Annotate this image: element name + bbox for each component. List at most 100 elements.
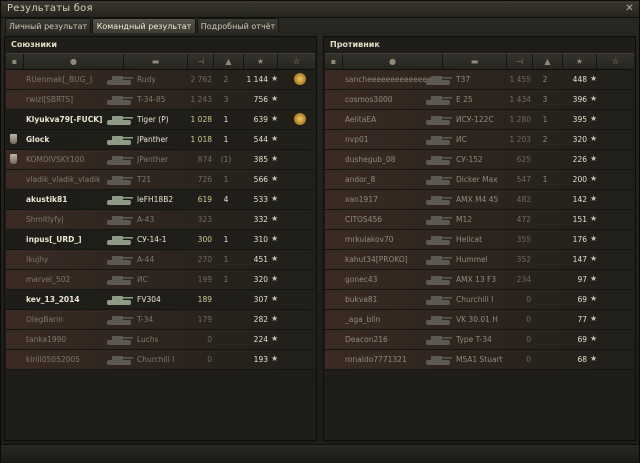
table-row[interactable]: bukva81 Churchill I 0 69 ★ [325,290,634,310]
table-row[interactable]: kev_13_2014 FV304 189 307 ★ [6,290,315,310]
vehicle-name: A-44 [137,255,155,264]
xp-column-icon[interactable]: ★ [244,54,278,69]
table-row[interactable]: vladik_vladik_vladik T21 726 1 566 ★ [6,170,315,190]
platoon-column-icon[interactable]: ▪ [325,54,343,69]
tank-icon [423,333,453,347]
table-row[interactable]: Deacon216 Type T-34 0 69 ★ [325,330,634,350]
vehicle-column-icon[interactable]: ▬ [443,54,507,69]
xp-value: 97 [577,275,587,284]
table-row[interactable]: OlegBarin T-34 179 282 ★ [6,310,315,330]
table-row[interactable]: CITOS456 M12 472 151 ★ [325,210,634,230]
allies-panel: Союзники ▪ ● ▬ ⊣ ▲ ★ ☆ RUenmak[_BUG_] Rud… [4,36,317,441]
xp-value: 69 [577,335,587,344]
damage-value: 2 762 [190,75,212,84]
vehicle-name: VK 30.01 H [456,315,498,324]
platoon-column-icon[interactable]: ▪ [6,54,24,69]
tab-team-result[interactable]: Командный результат [92,18,196,33]
table-row[interactable]: mrkulakov70 Hellcat 355 176 ★ [325,230,634,250]
table-row[interactable]: AelitaEA ИСУ-122С 1 280 1 395 ★ [325,110,634,130]
table-row[interactable]: sancheeeeeeeeeeeeeeeeeeeeeeeeeT371 45524… [325,70,634,90]
table-row[interactable]: Klyukva79[-FUCK] Tiger (P) 1 028 1 639 ★ [6,110,315,130]
tank-icon [423,253,453,267]
enemies-panel: Противник ▪ ● ▬ ⊣ ▲ ★ ☆ sancheeeeeeeeeee… [323,36,636,441]
table-row[interactable]: xan1917 AMX M4 45 482 142 ★ [325,190,634,210]
kills-column-icon[interactable]: ▲ [214,54,244,69]
xp-star-icon: ★ [271,74,279,83]
player-column-icon[interactable]: ● [24,54,124,69]
tab-personal-result[interactable]: Личный результат [5,18,91,33]
vehicle-column-icon[interactable]: ▬ [124,54,188,69]
table-row[interactable]: nvp01 ИС 1 203 2 320 ★ [325,130,634,150]
xp-value: 320 [253,275,268,284]
vehicle-name: E 25 [456,95,473,104]
table-row[interactable]: ronaldo7771321 M5A1 Stuart 0 68 ★ [325,350,634,370]
kills-value: 3 [542,95,548,104]
tank-icon [104,313,134,327]
xp-star-icon: ★ [590,354,598,363]
xp-value: 151 [572,215,587,224]
vehicle-name: FV304 [137,295,161,304]
damage-value: 270 [197,255,212,264]
table-row[interactable]: RUenmak[_BUG_] Rudy 2 762 2 1 144 ★ [6,70,315,90]
table-row[interactable]: marvel_502 ИС 199 1 320 ★ [6,270,315,290]
damage-column-icon[interactable]: ⊣ [507,54,533,69]
achievements-column-icon[interactable]: ☆ [597,54,634,69]
table-row[interactable]: gonec43 AMX 13 F3 234 97 ★ [325,270,634,290]
table-row[interactable]: _aga_blin VK 30.01 H 0 77 ★ [325,310,634,330]
player-column-icon[interactable]: ● [343,54,443,69]
xp-value: 68 [577,355,587,364]
damage-value: 355 [516,235,531,244]
xp-value: 533 [253,195,268,204]
damage-value: 1 455 [509,75,531,84]
damage-value: 0 [207,355,212,364]
table-row[interactable]: tanka1990 Luchs 0 224 ★ [6,330,315,350]
table-row[interactable]: Ikujhy A-44 270 1 451 ★ [6,250,315,270]
damage-column-icon[interactable]: ⊣ [188,54,214,69]
xp-column-icon[interactable]: ★ [563,54,597,69]
tank-icon [423,293,453,307]
xp-star-icon: ★ [590,274,598,283]
xp-star-icon: ★ [271,334,279,343]
close-icon[interactable]: ✕ [624,3,635,14]
kills-value: 1 [223,115,229,124]
table-row[interactable]: dushegub_08 СУ-152 625 226 ★ [325,150,634,170]
kills-value: 1 [223,235,229,244]
tank-icon [104,353,134,367]
table-row[interactable]: Glock JPanther 1 018 1 544 ★ [6,130,315,150]
xp-star-icon: ★ [271,314,279,323]
table-row[interactable]: kahut34[PROKO] Hummel 352 147 ★ [325,250,634,270]
vehicle-name: Churchill I [456,295,494,304]
tank-icon [104,73,134,87]
table-row[interactable]: andor_8 Dicker Max 547 1 200 ★ [325,170,634,190]
vehicle-name: Hellcat [456,235,483,244]
table-row[interactable]: Shmitlyfyj A-43 323 332 ★ [6,210,315,230]
damage-value: 234 [516,275,531,284]
xp-value: 176 [572,235,587,244]
xp-value: 193 [253,355,268,364]
medal-icon[interactable] [294,113,306,125]
damage-value: 189 [197,295,212,304]
table-row[interactable]: cosmos3000 E 25 1 434 3 396 ★ [325,90,634,110]
xp-value: 307 [253,295,268,304]
tank-icon [104,213,134,227]
xp-value: 639 [253,115,268,124]
table-row[interactable]: rwizl[SBRTS] T-34-85 1 243 3 756 ★ [6,90,315,110]
kills-value: 3 [223,95,229,104]
vehicle-name: Hummel [456,255,488,264]
xp-value: 544 [253,135,268,144]
medal-icon[interactable] [294,73,306,85]
table-row[interactable]: akustik81 leFH18B2 619 4 533 ★ [6,190,315,210]
xp-value: 756 [253,95,268,104]
allies-column-header: ▪ ● ▬ ⊣ ▲ ★ ☆ [6,53,315,70]
tab-detailed-report[interactable]: Подробный отчёт [197,18,279,33]
table-row[interactable]: inpus[_URD_] СУ-14-1 300 1 310 ★ [6,230,315,250]
table-row[interactable]: kirill05052005 Churchill I 0 193 ★ [6,350,315,370]
damage-value: 0 [526,335,531,344]
tank-icon [423,353,453,367]
vehicle-name: СУ-14-1 [137,235,167,244]
xp-star-icon: ★ [590,214,598,223]
kills-value: 1 [223,135,229,144]
table-row[interactable]: KOMDIVSKY100 JPanther 874 (1) 385 ★ [6,150,315,170]
achievements-column-icon[interactable]: ☆ [278,54,315,69]
kills-column-icon[interactable]: ▲ [533,54,563,69]
